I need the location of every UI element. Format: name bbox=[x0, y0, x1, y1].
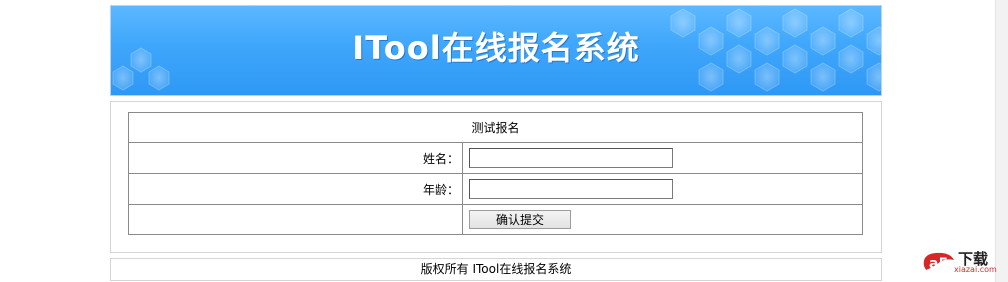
vertical-scrollbar[interactable] bbox=[995, 0, 1008, 282]
age-label: 年龄： bbox=[128, 173, 463, 205]
name-row: 姓名： bbox=[128, 142, 863, 174]
age-input[interactable] bbox=[469, 179, 673, 199]
submit-cell: 确认提交 bbox=[462, 204, 863, 235]
age-row: 年龄： bbox=[128, 173, 863, 205]
a5-download-watermark: a5 下载 xiazai.com bbox=[920, 246, 1004, 278]
name-input[interactable] bbox=[469, 148, 673, 168]
registration-panel: 测试报名 姓名： 年龄： 确认提交 bbox=[110, 101, 882, 253]
site-title: ITool在线报名系统 bbox=[352, 29, 640, 67]
watermark-site: xiazai.com bbox=[954, 265, 997, 274]
header-banner: ITool在线报名系统 bbox=[110, 5, 882, 96]
submit-row-spacer bbox=[128, 204, 463, 235]
submit-row: 确认提交 bbox=[128, 204, 863, 235]
registration-form-table: 测试报名 姓名： 年龄： 确认提交 bbox=[128, 112, 863, 235]
name-label: 姓名： bbox=[128, 142, 463, 174]
form-caption: 测试报名 bbox=[128, 112, 863, 143]
logo-letters: a5 bbox=[929, 256, 948, 272]
caption-row: 测试报名 bbox=[128, 112, 863, 143]
page: ITool在线报名系统 测试报名 姓名： 年龄： 确认提交 版权所有 ITool… bbox=[0, 0, 1008, 282]
footer-copyright: 版权所有 ITool在线报名系统 bbox=[110, 258, 882, 281]
age-field-cell bbox=[462, 173, 863, 205]
name-field-cell bbox=[462, 142, 863, 174]
submit-button[interactable]: 确认提交 bbox=[469, 210, 571, 229]
